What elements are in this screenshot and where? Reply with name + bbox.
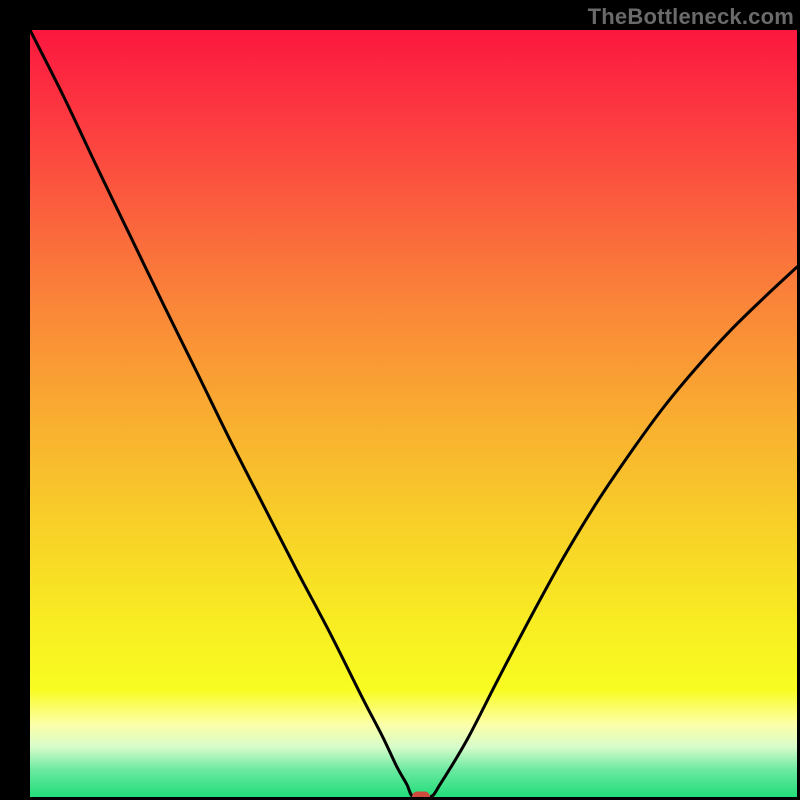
chart-frame: TheBottleneck.com bbox=[0, 0, 800, 800]
bottleneck-curve bbox=[30, 30, 797, 797]
plot-area bbox=[30, 30, 797, 797]
watermark-text: TheBottleneck.com bbox=[588, 4, 794, 30]
optimal-marker bbox=[412, 792, 430, 798]
